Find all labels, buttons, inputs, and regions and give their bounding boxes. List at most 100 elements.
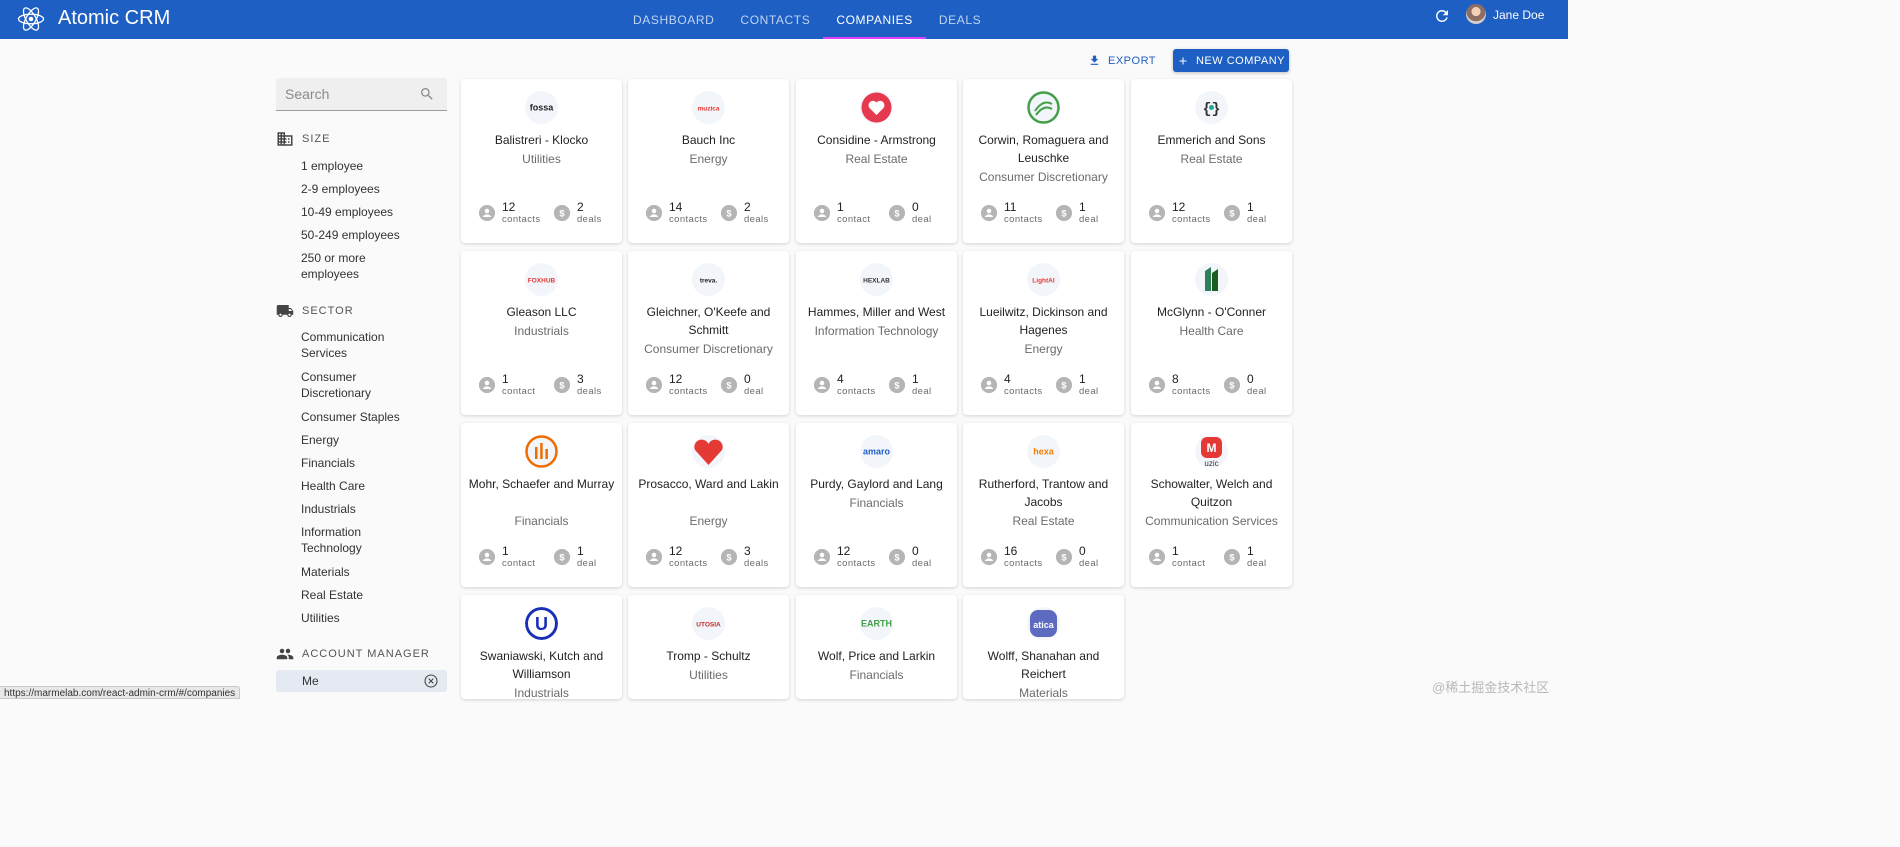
- tab-dashboard[interactable]: DASHBOARD: [620, 0, 727, 39]
- svg-text:atica: atica: [1033, 620, 1055, 630]
- account-manager-filter-me[interactable]: Me: [276, 670, 447, 692]
- company-card-purdy-gaylord-and-lang[interactable]: amaro Purdy, Gaylord and Lang Financials 12…: [796, 423, 957, 587]
- company-logo-icon: hexa: [1027, 435, 1060, 468]
- deals-count: 0: [1079, 544, 1086, 558]
- person-icon: [1149, 549, 1165, 565]
- search-input[interactable]: [276, 78, 416, 110]
- company-card-mcglynn-o-conner[interactable]: McGlynn - O'Conner Health Care 8 contacts $0…: [1131, 251, 1292, 415]
- svg-text:uzic: uzic: [1204, 459, 1218, 468]
- contacts-count: 16: [1004, 544, 1018, 558]
- company-card-emmerich-and-sons[interactable]: {} Emmerich and Sons Real Estate 12contacts…: [1131, 79, 1292, 243]
- refresh-icon[interactable]: [1433, 7, 1451, 25]
- svg-text:EARTH: EARTH: [861, 619, 892, 629]
- sector-filter-information-technology[interactable]: Information Technology: [301, 524, 391, 556]
- sector-filter-utilities[interactable]: Utilities: [301, 610, 441, 626]
- company-name: Prosacco, Ward and Lakin: [638, 477, 779, 491]
- deals-label: deal: [1247, 558, 1267, 569]
- deals-stat: $1 deal: [1224, 200, 1284, 225]
- deals-label: deal: [1247, 386, 1267, 397]
- company-card-hammes-miller-and-west[interactable]: HEXLAB Hammes, Miller and West Information…: [796, 251, 957, 415]
- company-card-swaniawski-kutch-and-williamson[interactable]: U Swaniawski, Kutch and Williamson Industr…: [461, 595, 622, 700]
- person-icon: [981, 377, 997, 393]
- company-card-gleichner-o-keefe-and-schmitt[interactable]: treva. Gleichner, O'Keefe and Schmitt Cons…: [628, 251, 789, 415]
- company-card-wolff-shanahan-and-reichert[interactable]: atica Wolff, Shanahan and Reichert Materia…: [963, 595, 1124, 700]
- company-card-prosacco-ward-and-lakin[interactable]: Prosacco, Ward and Lakin Energy 12 contacts…: [628, 423, 789, 587]
- company-sector: Consumer Discretionary: [644, 342, 773, 356]
- new-company-button[interactable]: NEW COMPANY: [1173, 49, 1289, 72]
- svg-text:muzica: muzica: [697, 106, 719, 113]
- size-filter-50-249[interactable]: 50-249 employees: [301, 227, 441, 243]
- company-card-mohr-schaefer-and-murray[interactable]: Mohr, Schaefer and Murray Financials 1 cont…: [461, 423, 622, 587]
- deals-stat: $1 deal: [889, 372, 949, 397]
- export-button[interactable]: EXPORT: [1082, 49, 1162, 72]
- company-logo-icon: [692, 435, 725, 468]
- size-filter-10-49[interactable]: 10-49 employees: [301, 204, 441, 220]
- tab-contacts[interactable]: CONTACTS: [727, 0, 823, 39]
- dollar-icon: $: [889, 377, 905, 393]
- company-sector: Health Care: [1179, 324, 1244, 338]
- company-sector: Real Estate: [1012, 514, 1075, 528]
- company-card-lueilwitz-dickinson-and-hagenes[interactable]: LightAI Lueilwitz, Dickinson and Hagenes E…: [963, 251, 1124, 415]
- contacts-stat: 12 contacts: [646, 372, 716, 397]
- sector-filter-financials[interactable]: Financials: [301, 455, 441, 471]
- user-avatar[interactable]: [1466, 4, 1486, 24]
- contacts-count: 12: [1172, 200, 1186, 214]
- contacts-count: 4: [837, 372, 844, 386]
- company-name: Gleichner, O'Keefe and Schmitt: [646, 305, 771, 337]
- company-logo-icon: Muzic: [1195, 435, 1228, 468]
- size-filter-1-employee[interactable]: 1 employee: [301, 158, 441, 174]
- sector-filter-materials[interactable]: Materials: [301, 564, 441, 580]
- sector-filter-health-care[interactable]: Health Care: [301, 478, 441, 494]
- contacts-count: 1: [502, 544, 509, 558]
- company-logo-icon: amaro: [860, 435, 893, 468]
- sector-filter-industrials[interactable]: Industrials: [301, 501, 441, 517]
- company-card-schowalter-welch-and-quitzon[interactable]: Muzic Schowalter, Welch and Quitzon Commun…: [1131, 423, 1292, 587]
- plus-icon: [1179, 57, 1187, 64]
- contacts-count: 14: [669, 200, 683, 214]
- sector-filter-communication-services[interactable]: Communication Services: [301, 329, 401, 361]
- clear-filter-icon[interactable]: [423, 673, 439, 689]
- sector-filter-consumer-discretionary[interactable]: Consumer Discretionary: [301, 369, 401, 401]
- building-icon: [277, 132, 293, 146]
- size-filter-250-plus[interactable]: 250 or more employees: [301, 250, 381, 282]
- contacts-label: contacts: [837, 558, 876, 569]
- deals-stat: $0 deal: [1056, 544, 1116, 569]
- company-sector: Industrials: [514, 324, 569, 338]
- size-filter-title: SIZE: [302, 133, 331, 145]
- company-card-rutherford-trantow-and-jacobs[interactable]: hexa Rutherford, Trantow and Jacobs Real E…: [963, 423, 1124, 587]
- company-card-tromp-schultz[interactable]: UTOSIA Tromp - Schultz Utilities: [628, 595, 789, 699]
- person-icon: [814, 377, 830, 393]
- atom-logo-icon[interactable]: [17, 5, 45, 33]
- dollar-icon: $: [554, 549, 570, 565]
- contacts-stat: 11 contacts: [981, 200, 1051, 225]
- svg-text:$: $: [1229, 552, 1235, 562]
- svg-text:$: $: [1061, 208, 1067, 218]
- sector-filter-consumer-staples[interactable]: Consumer Staples: [301, 409, 441, 425]
- app-title[interactable]: Atomic CRM: [58, 7, 170, 30]
- company-card-wolf-price-and-larkin[interactable]: EARTH Wolf, Price and Larkin Financials: [796, 595, 957, 699]
- size-filter-2-9[interactable]: 2-9 employees: [301, 181, 441, 197]
- sector-filter-energy[interactable]: Energy: [301, 432, 441, 448]
- deals-label: deals: [744, 214, 769, 225]
- svg-text:UTOSIA: UTOSIA: [696, 622, 721, 629]
- user-name[interactable]: Jane Doe: [1493, 8, 1544, 22]
- contacts-count: 12: [837, 544, 851, 558]
- contacts-label: contacts: [502, 214, 541, 225]
- deals-count: 0: [912, 544, 919, 558]
- contacts-count: 8: [1172, 372, 1179, 386]
- tab-deals[interactable]: DEALS: [926, 0, 994, 39]
- deals-count: 2: [744, 200, 751, 214]
- company-card-considine-armstrong[interactable]: Considine - Armstrong Real Estate 1 contact…: [796, 79, 957, 243]
- sector-filter-real-estate[interactable]: Real Estate: [301, 587, 441, 603]
- contacts-count: 1: [1172, 544, 1179, 558]
- company-logo-icon: fossa: [525, 91, 558, 124]
- account-manager-filter-title: ACCOUNT MANAGER: [302, 648, 430, 660]
- company-card-corwin-romaguera-and-leuschke[interactable]: Corwin, Romaguera and Leuschke Consumer D…: [963, 79, 1124, 243]
- company-card-balistreri-klocko[interactable]: fossa Balistreri - Klocko Utilities 12 conta…: [461, 79, 622, 243]
- company-card-bauch-inc[interactable]: muzica Bauch Inc Energy 14 contacts $2 deals: [628, 79, 789, 243]
- deals-label: deal: [1079, 558, 1099, 569]
- tab-companies[interactable]: COMPANIES: [823, 0, 926, 39]
- company-name: Corwin, Romaguera and Leuschke: [978, 133, 1109, 165]
- company-card-gleason-llc[interactable]: FOXHUB Gleason LLC Industrials 1 contact $3 de…: [461, 251, 622, 415]
- deals-stat: $0 deal: [721, 372, 781, 397]
